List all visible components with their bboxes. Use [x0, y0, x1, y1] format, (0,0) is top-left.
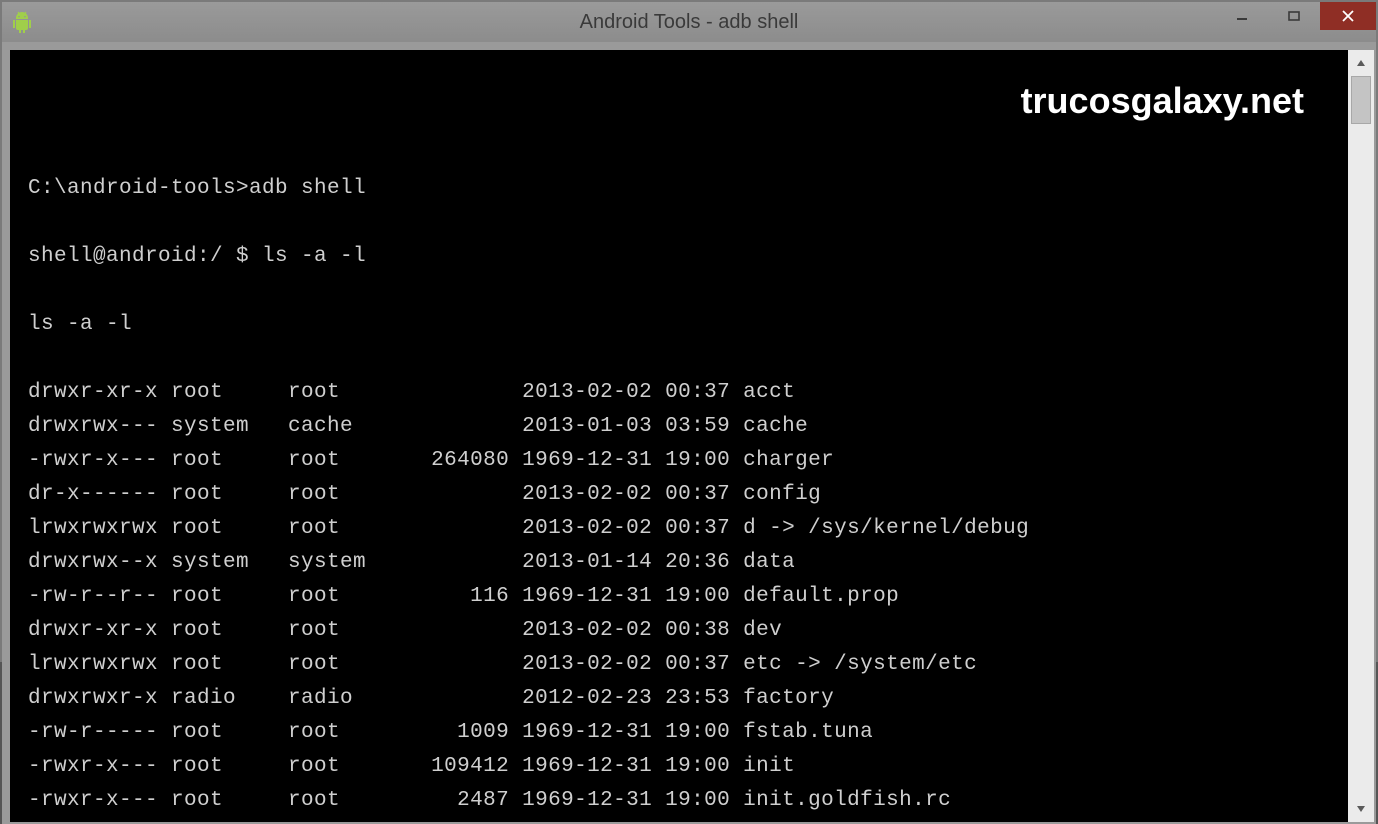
listing-row: lrwxrwxrwx root root 2013-02-02 00:37 d …	[28, 512, 1336, 546]
listing-row: drwxr-xr-x root root 2013-02-02 00:38 de…	[28, 614, 1336, 648]
watermark-text: trucosgalaxy.net	[1021, 80, 1304, 122]
chevron-up-icon	[1356, 58, 1366, 68]
maximize-icon	[1287, 9, 1301, 23]
scroll-down-arrow[interactable]	[1348, 796, 1374, 822]
listing-row: -rw-r----- root root 1009 1969-12-31 19:…	[28, 716, 1336, 750]
minimize-icon	[1235, 9, 1249, 23]
listing-row: lrwxrwxrwx root root 2013-02-02 00:37 et…	[28, 648, 1336, 682]
vertical-scrollbar[interactable]	[1348, 50, 1374, 822]
window-frame: Android Tools - adb shell C:\android-too…	[0, 0, 1378, 662]
terminal-container: C:\android-tools>adb shell shell@android…	[10, 50, 1374, 822]
client-area: C:\android-tools>adb shell shell@android…	[2, 42, 1376, 824]
titlebar[interactable]: Android Tools - adb shell	[2, 2, 1376, 42]
maximize-button[interactable]	[1268, 2, 1320, 30]
terminal-output[interactable]: C:\android-tools>adb shell shell@android…	[10, 50, 1348, 822]
scroll-up-arrow[interactable]	[1348, 50, 1374, 76]
prompt-line: C:\android-tools>adb shell	[28, 172, 1336, 206]
window-title: Android Tools - adb shell	[2, 11, 1376, 34]
listing-row: -rwxr-x--- root root 2487 1969-12-31 19:…	[28, 784, 1336, 818]
listing-row: drwxrwx--x system system 2013-01-14 20:3…	[28, 546, 1336, 580]
scroll-thumb[interactable]	[1351, 76, 1371, 124]
minimize-button[interactable]	[1216, 2, 1268, 30]
listing-row: dr-x------ root root 2013-02-02 00:37 co…	[28, 478, 1336, 512]
listing-row: drwxr-xr-x root root 2013-02-02 00:37 ac…	[28, 376, 1336, 410]
listing-row: -rw-r--r-- root root 116 1969-12-31 19:0…	[28, 580, 1336, 614]
close-button[interactable]	[1320, 2, 1376, 30]
close-icon	[1341, 9, 1355, 23]
listing-row: -rwxr-x--- root root 109412 1969-12-31 1…	[28, 750, 1336, 784]
listing-row: drwxrwx--- system cache 2013-01-03 03:59…	[28, 410, 1336, 444]
echo-line: ls -a -l	[28, 308, 1336, 342]
listing-row: drwxrwxr-x radio radio 2012-02-23 23:53 …	[28, 682, 1336, 716]
listing-row: -rwxr-x--- root root 264080 1969-12-31 1…	[28, 444, 1336, 478]
chevron-down-icon	[1356, 804, 1366, 814]
app-icon-wrap	[2, 2, 42, 42]
window-controls	[1216, 2, 1376, 30]
prompt-line: shell@android:/ $ ls -a -l	[28, 240, 1336, 274]
android-icon	[10, 10, 34, 34]
